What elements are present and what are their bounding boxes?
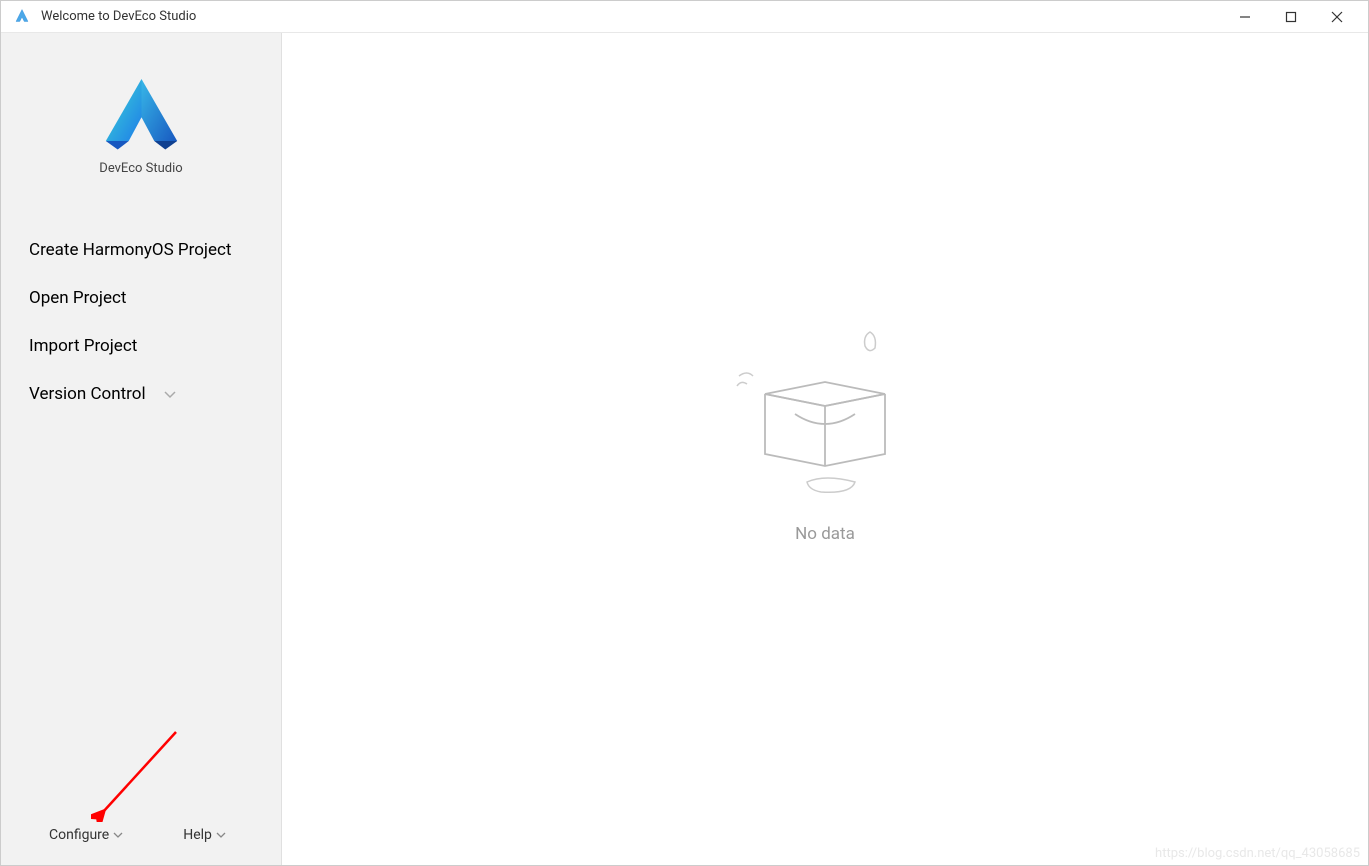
menu-open-project[interactable]: Open Project <box>1 274 281 322</box>
chevron-down-icon <box>164 384 176 404</box>
chevron-down-icon <box>216 827 226 843</box>
empty-state: No data <box>725 314 925 544</box>
menu-label: Import Project <box>29 336 137 356</box>
menu-version-control[interactable]: Version Control <box>1 370 281 418</box>
watermark-text: https://blog.csdn.net/qq_43058685 <box>1155 846 1360 861</box>
sidebar-footer: Configure Help <box>1 809 281 865</box>
help-dropdown[interactable]: Help <box>183 827 226 843</box>
help-label: Help <box>183 827 212 843</box>
main-area: No data https://blog.csdn.net/qq_4305868… <box>282 33 1368 865</box>
window-controls <box>1222 2 1360 32</box>
sidebar: DevEco Studio Create HarmonyOS Project O… <box>1 33 282 865</box>
titlebar: Welcome to DevEco Studio <box>1 1 1368 33</box>
app-icon <box>13 8 31 26</box>
window-title: Welcome to DevEco Studio <box>41 9 1222 24</box>
empty-inbox-icon <box>725 314 925 514</box>
sidebar-logo: DevEco Studio <box>1 33 281 206</box>
menu-label: Open Project <box>29 288 126 308</box>
minimize-button[interactable] <box>1222 2 1268 32</box>
menu-import-project[interactable]: Import Project <box>1 322 281 370</box>
configure-dropdown[interactable]: Configure <box>49 827 123 843</box>
logo-label: DevEco Studio <box>99 161 182 176</box>
empty-state-text: No data <box>795 524 855 544</box>
configure-label: Configure <box>49 827 109 843</box>
chevron-down-icon <box>113 827 123 843</box>
sidebar-menu: Create HarmonyOS Project Open Project Im… <box>1 206 281 418</box>
annotation-arrow-icon <box>91 727 181 822</box>
menu-label: Create HarmonyOS Project <box>29 240 231 260</box>
menu-create-project[interactable]: Create HarmonyOS Project <box>1 226 281 274</box>
menu-label: Version Control <box>29 384 146 404</box>
close-button[interactable] <box>1314 2 1360 32</box>
maximize-button[interactable] <box>1268 2 1314 32</box>
deveco-logo-icon <box>99 73 184 153</box>
